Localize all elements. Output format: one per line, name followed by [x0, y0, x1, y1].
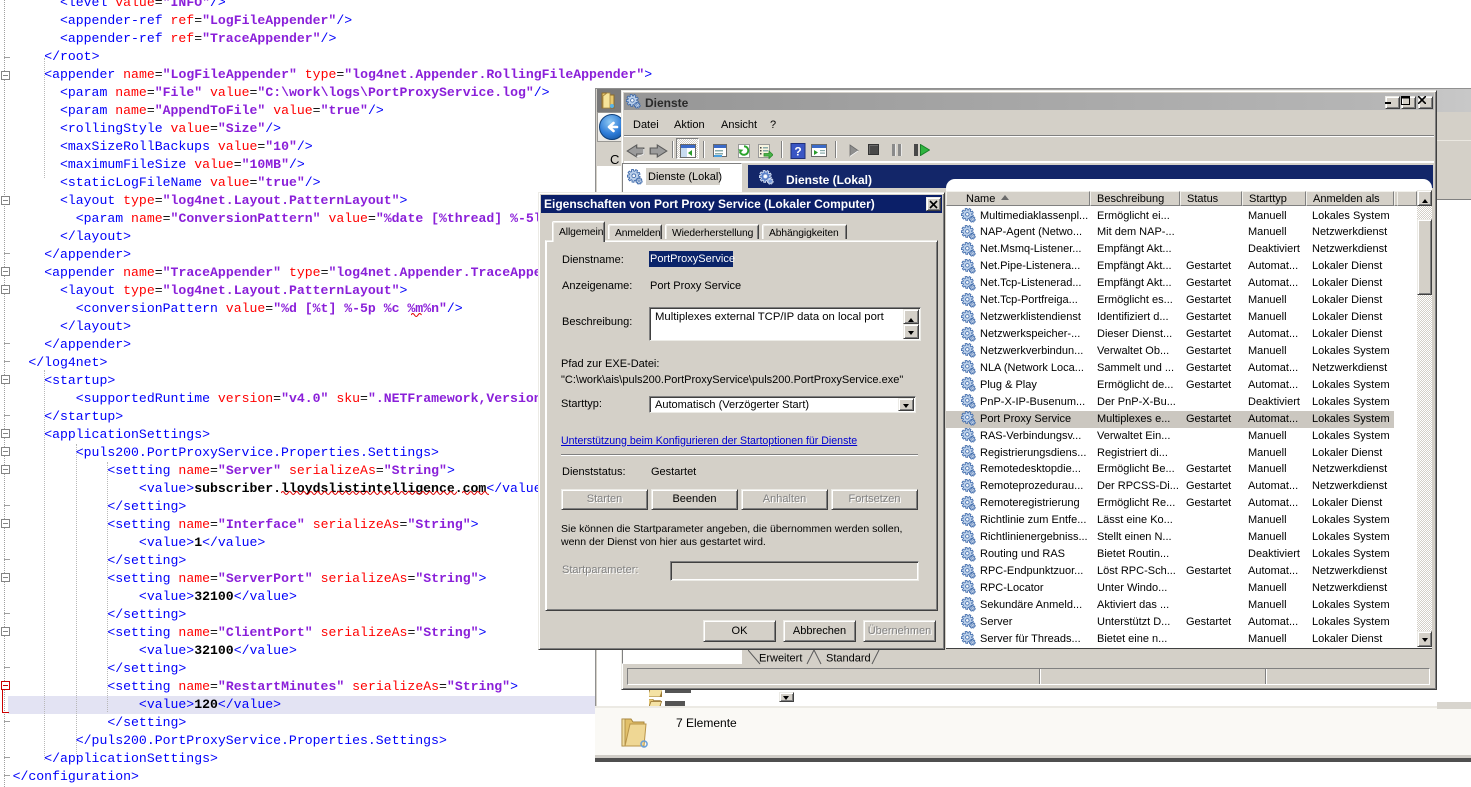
svg-text:Erweitert: Erweitert	[759, 653, 802, 665]
svg-text:?: ?	[794, 145, 801, 159]
svg-text:Standard: Standard	[826, 653, 871, 665]
